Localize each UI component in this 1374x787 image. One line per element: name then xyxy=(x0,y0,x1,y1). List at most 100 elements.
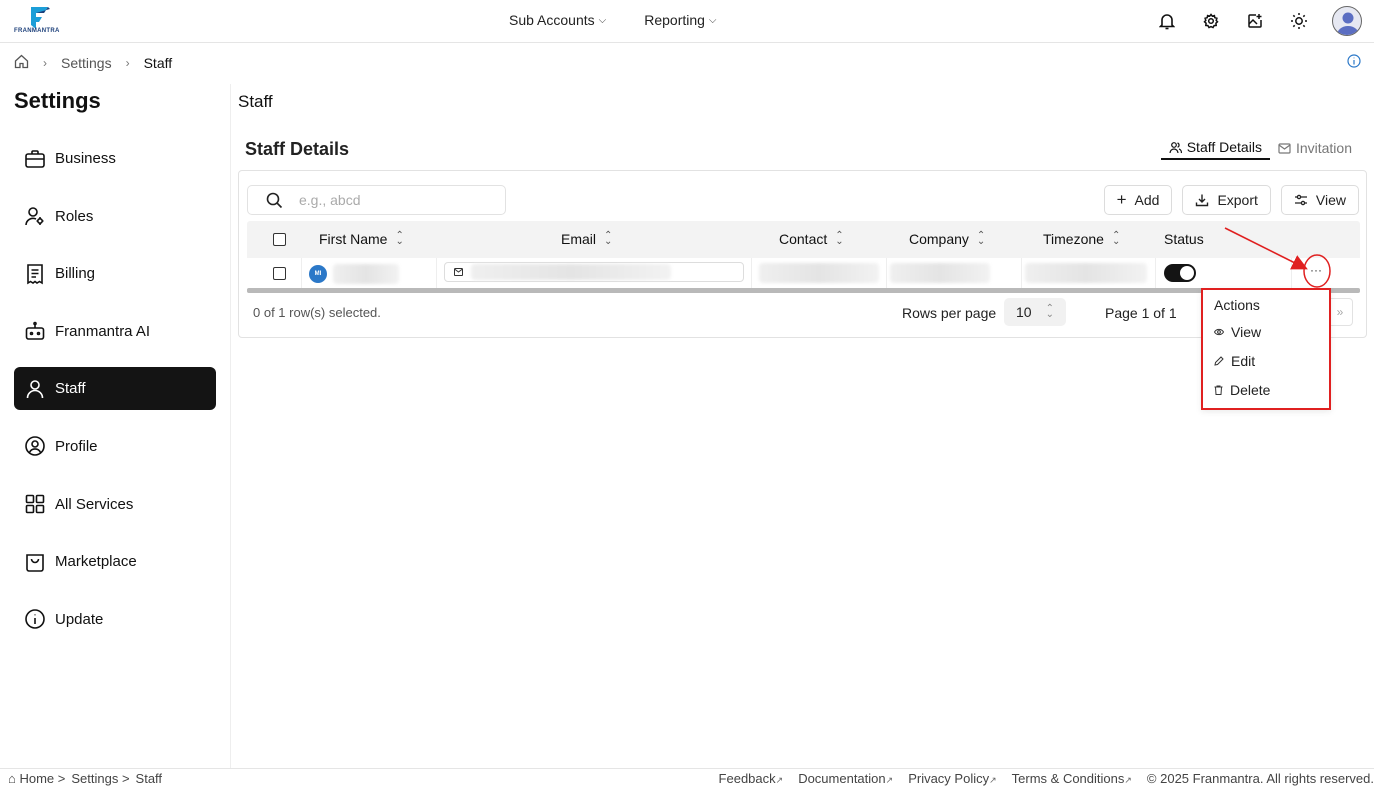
row-actions-button[interactable]: ··· xyxy=(1306,264,1326,284)
sort-icon: ⌃ ⌄ xyxy=(1111,230,1121,247)
external-link-icon: ↗ xyxy=(885,775,894,785)
sidebar-item-roles[interactable]: Roles xyxy=(14,195,216,238)
export-button[interactable]: Export xyxy=(1182,185,1271,215)
sort-icon: ⌃ ⌄ xyxy=(395,230,404,247)
rows-per-page-select[interactable]: 10 ⌃ ⌄ xyxy=(1004,298,1066,326)
column-email[interactable]: Email ⌃ ⌄ xyxy=(561,231,612,248)
sidebar-item-staff[interactable]: Staff xyxy=(14,367,216,411)
chevron-down-icon: ⌵ xyxy=(598,14,607,26)
staff-tabs: Staff Details Invitation xyxy=(1160,136,1360,160)
status-toggle[interactable] xyxy=(1164,264,1196,282)
search-input[interactable] xyxy=(299,192,489,208)
nav-sub-accounts[interactable]: Sub Accounts ⌵ xyxy=(509,12,606,28)
external-link-icon: ↗ xyxy=(1124,775,1132,785)
column-label: Timezone xyxy=(1043,231,1104,247)
privacy-policy-link[interactable]: Privacy Policy↗ xyxy=(908,771,996,786)
column-label: Status xyxy=(1164,231,1204,247)
external-link-icon: ↗ xyxy=(989,775,997,785)
nav-reporting[interactable]: Reporting ⌵ xyxy=(644,12,716,28)
select-all-checkbox[interactable] xyxy=(273,233,286,246)
column-company[interactable]: Company ⌃ ⌄ xyxy=(909,231,985,248)
bell-icon[interactable] xyxy=(1156,10,1178,32)
nav-sub-accounts-label: Sub Accounts xyxy=(509,12,595,28)
image-edit-icon[interactable] xyxy=(1244,10,1266,32)
actions-menu-title: Actions xyxy=(1214,297,1260,313)
sidebar-item-label: Business xyxy=(55,150,116,167)
search-icon xyxy=(266,192,283,208)
menu-item-delete[interactable]: Delete xyxy=(1214,382,1270,398)
sun-icon[interactable] xyxy=(1288,10,1310,32)
view-options-label: View xyxy=(1315,192,1346,208)
home-icon[interactable] xyxy=(14,54,29,72)
sidebar-item-label: Profile xyxy=(55,437,98,455)
menu-item-view[interactable]: View xyxy=(1214,324,1261,340)
sidebar-item-franmantra-ai[interactable]: Franmantra AI xyxy=(14,310,216,353)
sidebar-item-billing[interactable]: Billing xyxy=(14,252,216,295)
menu-item-edit[interactable]: Edit xyxy=(1214,353,1255,369)
user-key-icon xyxy=(25,207,44,226)
rows-per-page-label: Rows per page xyxy=(902,305,997,321)
info-icon[interactable] xyxy=(1346,53,1362,69)
column-first-name[interactable]: First Name ⌃ ⌄ xyxy=(319,230,404,248)
link-label: Feedback xyxy=(718,771,776,786)
sidebar-item-all-services[interactable]: All Services xyxy=(14,483,216,526)
tab-invitation[interactable]: Invitation xyxy=(1270,136,1360,160)
column-contact[interactable]: Contact ⌃ ⌄ xyxy=(779,231,844,248)
grid-icon xyxy=(25,494,45,514)
pencil-icon xyxy=(1214,356,1224,366)
sidebar-item-business[interactable]: Business xyxy=(14,137,216,180)
sidebar-item-label: Marketplace xyxy=(55,553,137,571)
rows-per-page-value: 10 xyxy=(1016,304,1032,320)
sidebar-item-label: Staff xyxy=(55,380,86,398)
shopping-bag-icon xyxy=(26,553,44,572)
cell-divider xyxy=(1291,258,1292,290)
section-title: Staff Details xyxy=(245,139,350,159)
sidebar-item-update[interactable]: Update xyxy=(14,598,216,641)
export-button-label: Export xyxy=(1217,192,1258,208)
cell-divider xyxy=(751,258,752,290)
add-button[interactable]: + Add xyxy=(1103,185,1173,215)
breadcrumb: › Settings › Staff xyxy=(14,54,172,72)
scrollbar-thumb[interactable] xyxy=(247,288,1360,293)
plus-icon: + xyxy=(1116,190,1127,209)
menu-item-label: View xyxy=(1231,324,1262,340)
view-options-button[interactable]: View xyxy=(1280,185,1359,215)
menu-item-label: Delete xyxy=(1230,382,1271,398)
sidebar-item-label: Update xyxy=(55,610,104,628)
breadcrumb-settings[interactable]: Settings xyxy=(61,55,112,71)
cell-divider xyxy=(301,258,302,290)
cell-divider xyxy=(436,258,437,290)
sidebar-list: Business Roles Billing Franmantra AI Sta… xyxy=(14,137,216,655)
column-timezone[interactable]: Timezone ⌃ ⌄ xyxy=(1043,230,1121,248)
user-icon xyxy=(26,380,44,398)
tab-staff-details[interactable]: Staff Details xyxy=(1160,136,1270,160)
gear-icon[interactable] xyxy=(1200,10,1222,32)
chevron-right-icon: › xyxy=(125,56,130,70)
feedback-link[interactable]: Feedback↗ xyxy=(719,771,784,786)
sidebar-item-profile[interactable]: Profile xyxy=(14,425,216,468)
page-title: Staff xyxy=(238,92,273,111)
bottom-bc-home[interactable]: ⌂ Home > xyxy=(8,771,65,786)
bottom-bc-settings[interactable]: Settings > xyxy=(71,771,129,786)
table-footer: 0 of 1 row(s) selected. Rows per page 10… xyxy=(247,297,1360,329)
terms-link[interactable]: Terms & Conditions↗ xyxy=(1012,771,1132,786)
add-button-label: Add xyxy=(1134,192,1160,208)
redacted-first-name xyxy=(333,264,399,284)
row-checkbox[interactable] xyxy=(273,267,286,280)
email-cell[interactable] xyxy=(444,262,744,282)
sidebar-item-marketplace[interactable]: Marketplace xyxy=(14,540,216,583)
page-info: Page 1 of 1 xyxy=(1105,305,1177,321)
eye-icon xyxy=(1214,328,1224,336)
external-link-icon: ↗ xyxy=(775,775,784,785)
column-label: First Name xyxy=(319,231,388,247)
sliders-icon xyxy=(1294,194,1307,206)
bot-icon xyxy=(25,321,45,341)
staff-table: First Name ⌃ ⌄ Email ⌃ ⌄ Contact ⌃ ⌄ Compan… xyxy=(247,221,1360,290)
horizontal-scrollbar[interactable] xyxy=(247,288,1360,293)
redacted-email xyxy=(471,264,671,280)
avatar[interactable] xyxy=(1332,6,1362,36)
mail-icon xyxy=(1278,142,1291,154)
documentation-link[interactable]: Documentation↗ xyxy=(798,771,893,786)
table-row[interactable]: MI ··· xyxy=(247,258,1360,290)
user-initials-avatar: MI xyxy=(309,265,327,283)
